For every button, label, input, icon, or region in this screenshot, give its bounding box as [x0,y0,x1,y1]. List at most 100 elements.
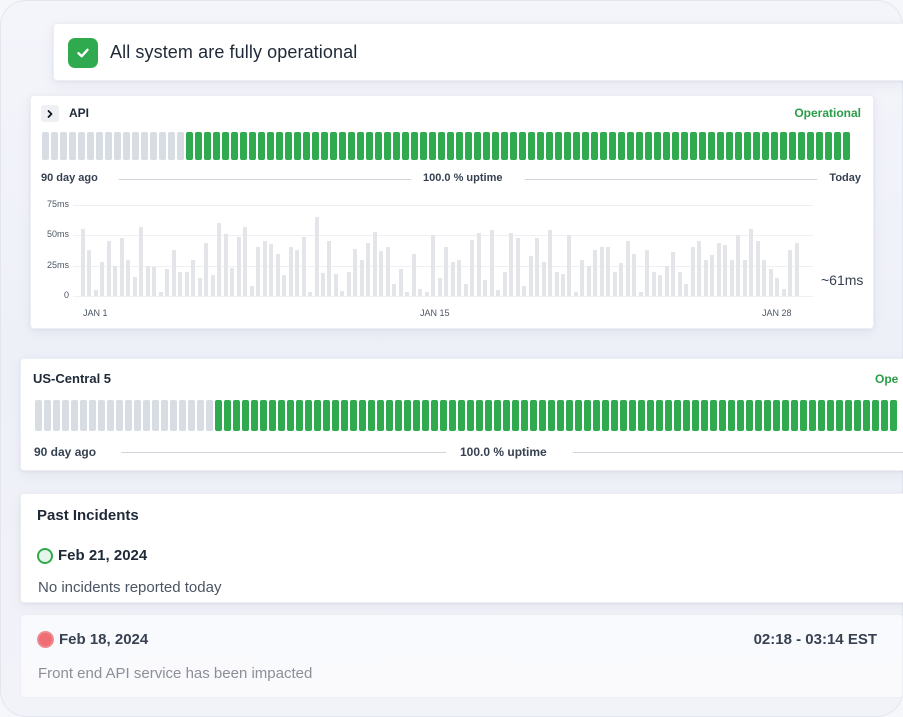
uptime-day-bar[interactable] [348,132,355,160]
uptime-day-bar[interactable] [683,400,690,431]
no-data-day-bar[interactable] [179,400,186,431]
uptime-day-bar[interactable] [881,400,888,431]
no-data-day-bar[interactable] [159,132,166,160]
uptime-day-bar[interactable] [375,132,382,160]
uptime-day-bar[interactable] [323,400,330,431]
uptime-day-bar[interactable] [465,132,472,160]
uptime-day-bar[interactable] [636,132,643,160]
uptime-day-bar[interactable] [717,132,724,160]
uptime-day-bar[interactable] [753,132,760,160]
uptime-day-bar[interactable] [368,400,375,431]
uptime-day-bar[interactable] [654,132,661,160]
uptime-day-bar[interactable] [449,400,456,431]
uptime-day-bar[interactable] [555,132,562,160]
no-data-day-bar[interactable] [60,132,67,160]
uptime-day-bar[interactable] [548,400,555,431]
uptime-day-bar[interactable] [404,400,411,431]
uptime-day-bar[interactable] [377,400,384,431]
uptime-day-bar[interactable] [303,132,310,160]
uptime-day-bar[interactable] [771,132,778,160]
no-data-day-bar[interactable] [107,400,114,431]
uptime-day-bar[interactable] [890,400,897,431]
no-data-day-bar[interactable] [105,132,112,160]
uptime-day-bar[interactable] [501,132,508,160]
uptime-day-bar[interactable] [825,132,832,160]
uptime-day-bar[interactable] [233,400,240,431]
uptime-day-bar[interactable] [429,132,436,160]
uptime-day-bar[interactable] [528,132,535,160]
uptime-day-bar[interactable] [278,400,285,431]
uptime-day-bar[interactable] [798,132,805,160]
uptime-day-bar[interactable] [332,400,339,431]
uptime-day-bar[interactable] [204,132,211,160]
no-data-day-bar[interactable] [125,400,132,431]
uptime-day-bar[interactable] [384,132,391,160]
no-data-day-bar[interactable] [51,132,58,160]
uptime-day-bar[interactable] [719,400,726,431]
no-data-day-bar[interactable] [168,132,175,160]
uptime-day-bar[interactable] [240,132,247,160]
uptime-day-bar[interactable] [305,400,312,431]
uptime-day-bar[interactable] [539,400,546,431]
uptime-day-bar[interactable] [249,132,256,160]
uptime-day-bar[interactable] [258,132,265,160]
uptime-day-bar[interactable] [681,132,688,160]
uptime-day-bar[interactable] [618,132,625,160]
uptime-day-bar[interactable] [519,132,526,160]
uptime-day-bar[interactable] [647,400,654,431]
uptime-day-bar[interactable] [665,400,672,431]
uptime-day-bar[interactable] [800,400,807,431]
no-data-day-bar[interactable] [96,132,103,160]
uptime-day-bar[interactable] [294,132,301,160]
no-data-day-bar[interactable] [170,400,177,431]
uptime-day-bar[interactable] [195,132,202,160]
uptime-day-bar[interactable] [764,400,771,431]
no-data-day-bar[interactable] [206,400,213,431]
uptime-day-bar[interactable] [483,132,490,160]
uptime-day-bar[interactable] [413,400,420,431]
no-data-day-bar[interactable] [161,400,168,431]
uptime-day-bar[interactable] [827,400,834,431]
no-data-day-bar[interactable] [71,400,78,431]
uptime-day-bar[interactable] [411,132,418,160]
uptime-day-bar[interactable] [735,132,742,160]
no-data-day-bar[interactable] [114,132,121,160]
no-data-day-bar[interactable] [35,400,42,431]
no-data-day-bar[interactable] [80,400,87,431]
uptime-day-bar[interactable] [494,400,501,431]
uptime-day-bar[interactable] [357,132,364,160]
uptime-day-bar[interactable] [339,132,346,160]
no-data-day-bar[interactable] [141,132,148,160]
uptime-day-bar[interactable] [431,400,438,431]
uptime-day-bar[interactable] [447,132,454,160]
uptime-day-bar[interactable] [611,400,618,431]
uptime-day-bar[interactable] [485,400,492,431]
uptime-day-bar[interactable] [395,400,402,431]
uptime-day-bar[interactable] [863,400,870,431]
uptime-day-bar[interactable] [521,400,528,431]
no-data-day-bar[interactable] [197,400,204,431]
uptime-day-bar[interactable] [744,132,751,160]
uptime-day-bar[interactable] [474,132,481,160]
uptime-day-bar[interactable] [807,132,814,160]
no-data-day-bar[interactable] [78,132,85,160]
uptime-day-bar[interactable] [791,400,798,431]
no-data-day-bar[interactable] [134,400,141,431]
uptime-day-bar[interactable] [773,400,780,431]
uptime-day-bar[interactable] [809,400,816,431]
uptime-day-bar[interactable] [330,132,337,160]
uptime-day-bar[interactable] [492,132,499,160]
uptime-day-bar[interactable] [699,132,706,160]
uptime-day-bar[interactable] [267,132,274,160]
no-data-day-bar[interactable] [150,132,157,160]
uptime-day-bar[interactable] [584,400,591,431]
uptime-day-bar[interactable] [782,400,789,431]
chevron-right-icon[interactable] [41,105,59,122]
uptime-day-bar[interactable] [458,400,465,431]
uptime-day-bar[interactable] [854,400,861,431]
uptime-day-bar[interactable] [341,400,348,431]
no-data-day-bar[interactable] [89,400,96,431]
uptime-day-bar[interactable] [510,132,517,160]
uptime-day-bar[interactable] [557,400,564,431]
uptime-day-bar[interactable] [269,400,276,431]
